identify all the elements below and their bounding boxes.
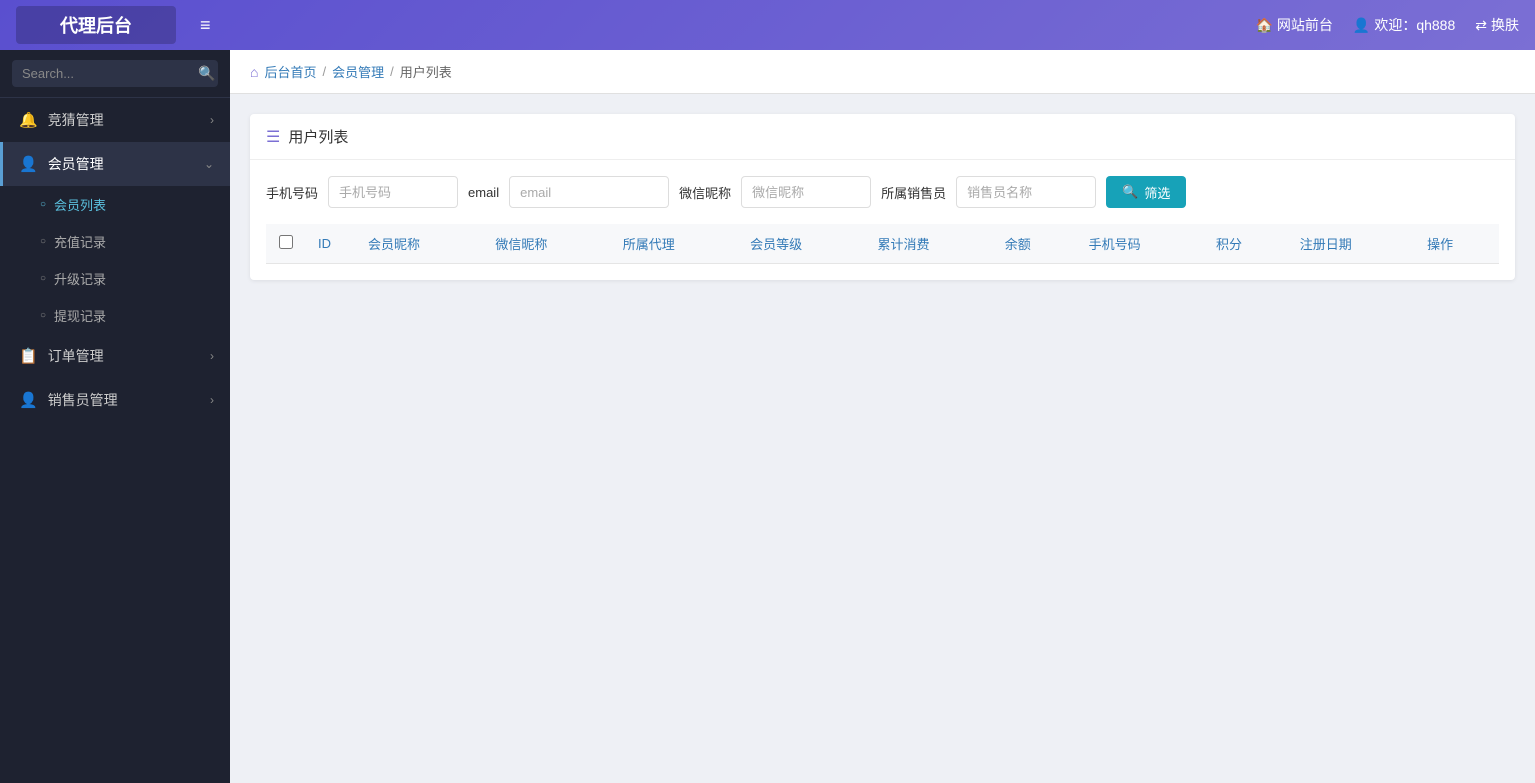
sidebar-sub-recharge[interactable]: ○ 充值记录	[0, 223, 230, 260]
breadcrumb-current: 用户列表	[400, 62, 452, 81]
withdrawal-label: 提现记录	[54, 306, 106, 325]
order-icon: 📋	[19, 347, 38, 365]
menu-toggle-button[interactable]: ≡	[192, 11, 219, 40]
recharge-dot-icon: ○	[40, 236, 46, 247]
sidebar-item-competition[interactable]: 🔔 竞猜管理 ›	[0, 98, 230, 142]
email-input[interactable]	[509, 176, 669, 208]
home-icon: ⌂	[250, 64, 258, 80]
sidebar-item-order[interactable]: 📋 订单管理 ›	[0, 334, 230, 378]
user-icon: 👤	[1353, 17, 1370, 34]
member-list-label: 会员列表	[54, 195, 106, 214]
upgrade-dot-icon: ○	[40, 273, 46, 284]
sidebar-sub-withdrawal[interactable]: ○ 提现记录	[0, 297, 230, 334]
col-phone: 手机号码	[1077, 224, 1204, 264]
breadcrumb-member-link[interactable]: 会员管理	[332, 62, 384, 81]
brand-title: 代理后台	[16, 6, 176, 44]
col-id: ID	[306, 224, 356, 264]
breadcrumb-sep1: /	[322, 64, 326, 79]
top-header: 代理后台 ≡ 🏠 网站前台 👤 欢迎：qh888 ⇄ 换肤	[0, 0, 1535, 50]
search-input[interactable]	[22, 66, 198, 81]
filter-row: 手机号码 email 微信昵称 所属销售员 🔍 筛选	[266, 176, 1499, 208]
sales-label: 销售员管理	[48, 390, 210, 410]
content-area: ⌂ 后台首页 / 会员管理 / 用户列表 ☰ 用户列表 手机号码	[230, 50, 1535, 783]
swap-icon: ⇄	[1475, 17, 1487, 34]
breadcrumb-home-link[interactable]: 后台首页	[264, 62, 316, 81]
search-icon[interactable]: 🔍	[198, 65, 215, 82]
competition-label: 竞猜管理	[48, 110, 210, 130]
wechat-input[interactable]	[741, 176, 871, 208]
switch-account-label: 换肤	[1491, 15, 1519, 35]
order-chevron-icon: ›	[210, 349, 214, 363]
card-title: 用户列表	[288, 126, 348, 147]
col-nickname: 会员昵称	[356, 224, 483, 264]
email-label: email	[468, 185, 499, 200]
list-icon: ☰	[266, 127, 280, 147]
user-table: ID 会员昵称 微信昵称 所属代理	[266, 224, 1499, 264]
user-list-card: ☰ 用户列表 手机号码 email 微信昵称 所属销售员	[250, 114, 1515, 280]
filter-search-icon: 🔍	[1122, 184, 1138, 200]
sidebar-item-sales[interactable]: 👤 销售员管理 ›	[0, 378, 230, 422]
upgrade-label: 升级记录	[54, 269, 106, 288]
seller-label: 所属销售员	[881, 183, 946, 202]
col-check	[266, 224, 306, 264]
recharge-label: 充值记录	[54, 232, 106, 251]
competition-chevron-icon: ›	[210, 113, 214, 127]
sidebar-sub-upgrade[interactable]: ○ 升级记录	[0, 260, 230, 297]
website-front-label: 网站前台	[1277, 15, 1333, 35]
sidebar-item-member[interactable]: 👤 会员管理 ⌄	[0, 142, 230, 186]
col-level: 会员等级	[738, 224, 865, 264]
header-right: 🏠 网站前台 👤 欢迎：qh888 ⇄ 换肤	[1255, 15, 1519, 35]
phone-input[interactable]	[328, 176, 458, 208]
withdrawal-dot-icon: ○	[40, 310, 46, 321]
order-label: 订单管理	[48, 346, 210, 366]
member-chevron-icon: ⌄	[204, 157, 214, 171]
wechat-label: 微信昵称	[679, 183, 731, 202]
table-header-row: ID 会员昵称 微信昵称 所属代理	[266, 224, 1499, 264]
house-icon: 🏠	[1255, 17, 1272, 34]
col-action: 操作	[1415, 224, 1499, 264]
col-wechat: 微信昵称	[483, 224, 610, 264]
seller-input[interactable]	[956, 176, 1096, 208]
competition-icon: 🔔	[19, 111, 38, 129]
phone-label: 手机号码	[266, 183, 318, 202]
col-agent: 所属代理	[611, 224, 738, 264]
sidebar-nav: 🔔 竞猜管理 › 👤 会员管理 ⌄ ○ 会员列表 ○ 充值记录 ○ 升级记录	[0, 98, 230, 783]
sales-chevron-icon: ›	[210, 393, 214, 407]
member-label: 会员管理	[48, 154, 204, 174]
card-header: ☰ 用户列表	[250, 114, 1515, 160]
select-all-checkbox[interactable]	[279, 235, 293, 249]
breadcrumb: ⌂ 后台首页 / 会员管理 / 用户列表	[230, 50, 1535, 94]
breadcrumb-sep2: /	[390, 64, 394, 79]
col-balance: 余额	[993, 224, 1077, 264]
switch-account-button[interactable]: ⇄ 换肤	[1475, 15, 1519, 35]
welcome-label: 欢迎：qh888	[1374, 15, 1455, 35]
sidebar-sub-member-list[interactable]: ○ 会员列表	[0, 186, 230, 223]
table-wrapper: ID 会员昵称 微信昵称 所属代理	[266, 224, 1499, 264]
search-box: 🔍	[12, 60, 218, 87]
sidebar-search-area: 🔍	[0, 50, 230, 98]
welcome-user: 👤 欢迎：qh888	[1353, 15, 1455, 35]
col-reg-date: 注册日期	[1288, 224, 1415, 264]
col-cumulative: 累计消费	[865, 224, 992, 264]
member-icon: 👤	[19, 155, 38, 173]
page-content: ☰ 用户列表 手机号码 email 微信昵称 所属销售员	[230, 94, 1535, 300]
website-front-link[interactable]: 🏠 网站前台	[1255, 15, 1332, 35]
filter-button[interactable]: 🔍 筛选	[1106, 176, 1186, 208]
sidebar: 🔍 🔔 竞猜管理 › 👤 会员管理 ⌄ ○ 会员列表 ○	[0, 50, 230, 783]
col-points: 积分	[1204, 224, 1288, 264]
member-list-dot-icon: ○	[40, 199, 46, 210]
card-body: 手机号码 email 微信昵称 所属销售员 🔍 筛选	[250, 160, 1515, 280]
filter-button-label: 筛选	[1144, 183, 1170, 202]
sales-icon: 👤	[19, 391, 38, 409]
main-layout: 🔍 🔔 竞猜管理 › 👤 会员管理 ⌄ ○ 会员列表 ○	[0, 50, 1535, 783]
header-left: 代理后台 ≡	[16, 6, 219, 44]
